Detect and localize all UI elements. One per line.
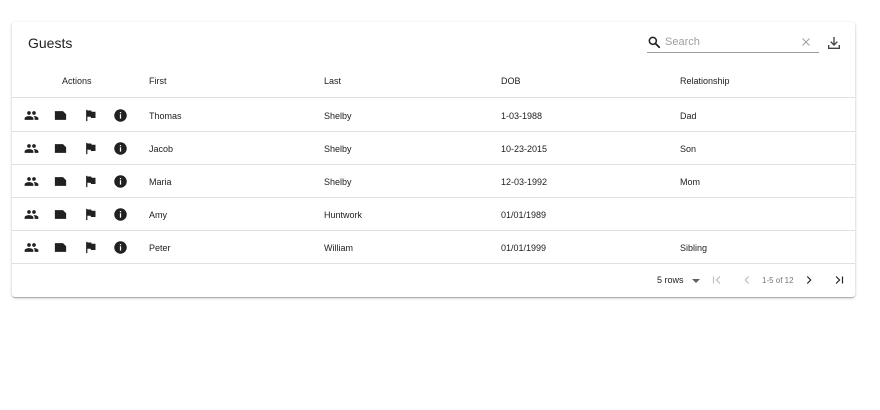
table-row: Peter William 01/01/1999 Sibling	[12, 231, 855, 264]
group-icon[interactable]	[24, 141, 39, 156]
flag-icon[interactable]	[83, 174, 98, 189]
cell-relationship: Mom	[680, 177, 700, 187]
flag-icon[interactable]	[83, 240, 98, 255]
column-header-last[interactable]: Last	[324, 76, 341, 86]
info-icon[interactable]	[113, 207, 128, 222]
cell-last: Shelby	[324, 177, 352, 187]
label-icon[interactable]	[53, 207, 68, 222]
previous-page-icon[interactable]	[740, 273, 754, 287]
cell-dob: 01/01/1989	[501, 210, 547, 220]
cell-relationship: Sibling	[680, 243, 708, 253]
cell-last: William	[324, 243, 353, 253]
table-title: Guests	[28, 35, 73, 51]
table-toolbar: Guests	[12, 22, 855, 64]
rows-per-page-select[interactable]: 5 rows	[657, 275, 684, 285]
cell-dob: 1-03-1988	[501, 111, 543, 121]
table-footer: 5 rows 1-5 of 12	[12, 265, 855, 297]
last-page-icon[interactable]	[832, 273, 846, 287]
table-row: Maria Shelby 12-03-1992 Mom	[12, 165, 855, 198]
cell-dob: 12-03-1992	[501, 177, 548, 187]
cell-dob: 10-23-2015	[501, 144, 548, 154]
search-field[interactable]	[647, 32, 819, 53]
clear-search-icon[interactable]	[800, 36, 812, 48]
label-icon[interactable]	[53, 240, 68, 255]
group-icon[interactable]	[24, 108, 39, 123]
cell-first: Maria	[149, 177, 172, 187]
group-icon[interactable]	[24, 174, 39, 189]
cell-last: Huntwork	[324, 210, 363, 220]
cell-first: Thomas	[149, 111, 182, 121]
search-icon	[648, 36, 661, 49]
cell-first: Jacob	[149, 144, 174, 154]
info-icon[interactable]	[113, 108, 128, 123]
group-icon[interactable]	[24, 207, 39, 222]
search-input[interactable]	[665, 34, 795, 50]
cell-relationship: Son	[680, 144, 697, 154]
info-icon[interactable]	[113, 174, 128, 189]
column-header-first[interactable]: First	[149, 76, 167, 86]
cell-dob: 01/01/1999	[501, 243, 547, 253]
cell-first: Amy	[149, 210, 167, 220]
column-header-relationship[interactable]: Relationship	[680, 76, 730, 86]
cell-relationship: Dad	[680, 111, 697, 121]
info-icon[interactable]	[113, 141, 128, 156]
table-row: Thomas Shelby 1-03-1988 Dad	[12, 99, 855, 132]
first-page-icon[interactable]	[710, 273, 724, 287]
cell-last: Shelby	[324, 144, 352, 154]
flag-icon[interactable]	[83, 108, 98, 123]
column-header-actions: Actions	[62, 76, 92, 86]
flag-icon[interactable]	[83, 141, 98, 156]
dropdown-caret-icon[interactable]	[691, 276, 701, 286]
download-icon[interactable]	[826, 35, 842, 51]
column-header-dob[interactable]: DOB	[501, 76, 521, 86]
info-icon[interactable]	[113, 240, 128, 255]
page-info: 1-5 of 12	[762, 276, 794, 285]
group-icon[interactable]	[24, 240, 39, 255]
next-page-icon[interactable]	[802, 273, 816, 287]
flag-icon[interactable]	[83, 207, 98, 222]
table-row: Amy Huntwork 01/01/1989	[12, 198, 855, 231]
label-icon[interactable]	[53, 108, 68, 123]
cell-last: Shelby	[324, 111, 352, 121]
table-row: Jacob Shelby 10-23-2015 Son	[12, 132, 855, 165]
cell-first: Peter	[149, 243, 171, 253]
guests-table-card: Guests Actions First Last DOB Relationsh…	[12, 22, 855, 297]
table-header-row: Actions First Last DOB Relationship	[12, 64, 855, 98]
label-icon[interactable]	[53, 174, 68, 189]
label-icon[interactable]	[53, 141, 68, 156]
